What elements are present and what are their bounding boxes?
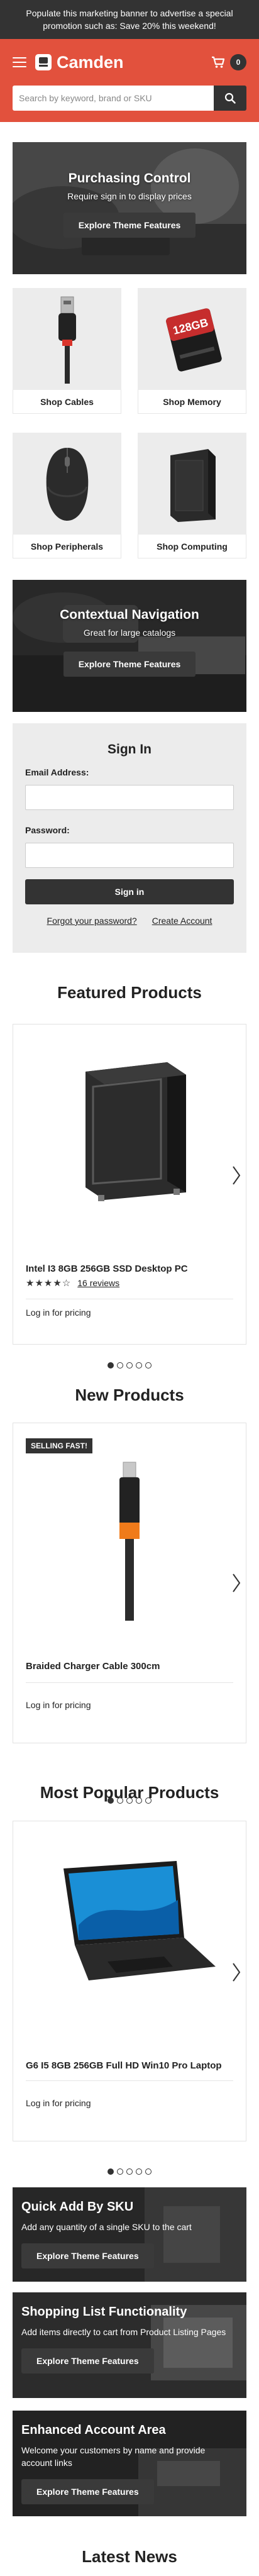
- carousel-dot[interactable]: [145, 2168, 152, 2175]
- carousel-dot[interactable]: [107, 2168, 114, 2175]
- carousel-dot[interactable]: [117, 2168, 123, 2175]
- explore-features-button[interactable]: Explore Theme Features: [63, 652, 196, 677]
- category-label: Shop Peripherals: [13, 535, 121, 558]
- sign-in-button[interactable]: Sign in: [25, 879, 234, 904]
- new-products-heading: New Products: [75, 1385, 184, 1404]
- category-label: Shop Cables: [13, 390, 121, 414]
- forgot-password-link[interactable]: Forgot your password?: [47, 916, 137, 926]
- carousel-dot[interactable]: [136, 2168, 142, 2175]
- featured-carousel-dots: [0, 1362, 259, 1368]
- banner-subtitle: Require sign in to display prices: [67, 191, 192, 201]
- feature-text: Welcome your customers by name and provi…: [21, 2445, 206, 2468]
- popular-product-card[interactable]: G6 I5 8GB 256GB Full HD Win10 Pro Laptop…: [13, 1821, 246, 2141]
- desktop-tower-icon: [170, 449, 216, 522]
- chevron-right-icon: [233, 1166, 241, 1185]
- divider: [26, 1682, 233, 1683]
- logo-text[interactable]: Camden: [57, 53, 124, 72]
- shopping-list-feature-block: Shopping List Functionality Add items di…: [13, 2292, 246, 2398]
- login-for-pricing[interactable]: Log in for pricing: [26, 2098, 91, 2108]
- latest-news-heading: Latest News: [82, 2547, 177, 2566]
- category-tile-memory[interactable]: 128GB Shop Memory: [138, 288, 246, 414]
- carousel-next-arrow[interactable]: [227, 1570, 246, 1596]
- explore-features-button[interactable]: Explore Theme Features: [21, 2348, 154, 2373]
- email-label: Email Address:: [25, 767, 89, 777]
- product-name[interactable]: Intel I3 8GB 256GB SSD Desktop PC: [26, 1263, 233, 1274]
- carousel-dot[interactable]: [126, 2168, 133, 2175]
- chevron-right-icon: [233, 1574, 241, 1592]
- new-product-card[interactable]: SELLING FAST! Braided Charger Cable 300c…: [13, 1423, 246, 1743]
- carousel-next-arrow[interactable]: [227, 1163, 246, 1188]
- most-popular-heading: Most Popular Products: [40, 1783, 219, 1802]
- logo-icon[interactable]: [35, 54, 52, 70]
- category-label: Shop Computing: [138, 535, 246, 558]
- product-name[interactable]: Braided Charger Cable 300cm: [26, 1661, 233, 1672]
- carousel-dot[interactable]: [145, 1362, 152, 1368]
- carousel-dot[interactable]: [107, 1362, 114, 1368]
- enhanced-account-feature-block: Enhanced Account Area Welcome your custo…: [13, 2411, 246, 2516]
- cart-count-badge: 0: [230, 54, 246, 70]
- search-icon: [224, 92, 236, 104]
- carousel-dot[interactable]: [136, 1362, 142, 1368]
- promo-banner: Populate this marketing banner to advert…: [0, 0, 259, 39]
- desktop-pc-image: [85, 1062, 186, 1201]
- rating-stars: ★★★★☆: [26, 1278, 72, 1289]
- password-field[interactable]: [25, 843, 234, 868]
- quick-add-feature-block: Quick Add By SKU Add any quantity of a s…: [13, 2187, 246, 2282]
- email-field[interactable]: [25, 785, 234, 810]
- search-button[interactable]: [214, 86, 246, 111]
- feature-text: Add any quantity of a single SKU to the …: [21, 2222, 192, 2232]
- site-header: Camden 0: [0, 39, 259, 122]
- carousel-dot[interactable]: [117, 1362, 123, 1368]
- usb-cable-icon: [58, 296, 76, 384]
- search-bar: [13, 86, 246, 111]
- mouse-icon: [46, 448, 88, 521]
- cart-icon: [212, 56, 225, 68]
- charger-cable-image: [119, 1462, 140, 1621]
- cart-button[interactable]: 0: [211, 54, 246, 70]
- password-label: Password:: [25, 825, 70, 835]
- banner-title: Purchasing Control: [68, 171, 191, 186]
- login-for-pricing[interactable]: Log in for pricing: [26, 1700, 91, 1710]
- search-input[interactable]: [13, 86, 214, 111]
- hamburger-menu-icon[interactable]: [13, 57, 26, 67]
- explore-features-button[interactable]: Explore Theme Features: [21, 2243, 154, 2268]
- memory-card-icon: 128GB: [165, 308, 222, 372]
- sign-in-panel: Sign In Email Address: Password: Sign in…: [13, 723, 246, 953]
- feature-title: Quick Add By SKU: [21, 2200, 134, 2214]
- carousel-next-arrow[interactable]: [227, 1960, 246, 1985]
- promo-text: Populate this marketing banner to advert…: [26, 8, 233, 31]
- category-label: Shop Memory: [138, 390, 246, 414]
- contextual-navigation-banner: Contextual Navigation Great for large ca…: [13, 580, 246, 712]
- chevron-right-icon: [233, 1963, 241, 1982]
- popular-carousel-dots: [0, 2168, 259, 2175]
- category-tile-computing[interactable]: Shop Computing: [138, 433, 246, 558]
- purchasing-control-banner: Purchasing Control Require sign in to di…: [13, 142, 246, 274]
- sign-in-title: Sign In: [107, 742, 152, 757]
- create-account-link[interactable]: Create Account: [152, 916, 212, 926]
- carousel-dot[interactable]: [126, 1362, 133, 1368]
- laptop-image: [63, 1861, 216, 1980]
- feature-text: Add items directly to cart from Product …: [21, 2327, 226, 2337]
- feature-title: Enhanced Account Area: [21, 2423, 166, 2437]
- explore-features-button[interactable]: Explore Theme Features: [21, 2479, 154, 2504]
- feature-title: Shopping List Functionality: [21, 2305, 187, 2319]
- banner-title: Contextual Navigation: [60, 608, 199, 622]
- product-name[interactable]: G6 I5 8GB 256GB Full HD Win10 Pro Laptop: [26, 2060, 233, 2071]
- featured-product-card[interactable]: Intel I3 8GB 256GB SSD Desktop PC ★★★★☆ …: [13, 1024, 246, 1345]
- reviews-link[interactable]: 16 reviews: [77, 1278, 119, 1288]
- featured-products-heading: Featured Products: [57, 983, 202, 1002]
- explore-features-button[interactable]: Explore Theme Features: [63, 213, 196, 238]
- banner-subtitle: Great for large catalogs: [83, 628, 176, 638]
- divider: [26, 2080, 233, 2081]
- login-for-pricing[interactable]: Log in for pricing: [26, 1307, 91, 1318]
- category-tile-cables[interactable]: Shop Cables: [13, 288, 121, 414]
- category-tile-peripherals[interactable]: Shop Peripherals: [13, 433, 121, 558]
